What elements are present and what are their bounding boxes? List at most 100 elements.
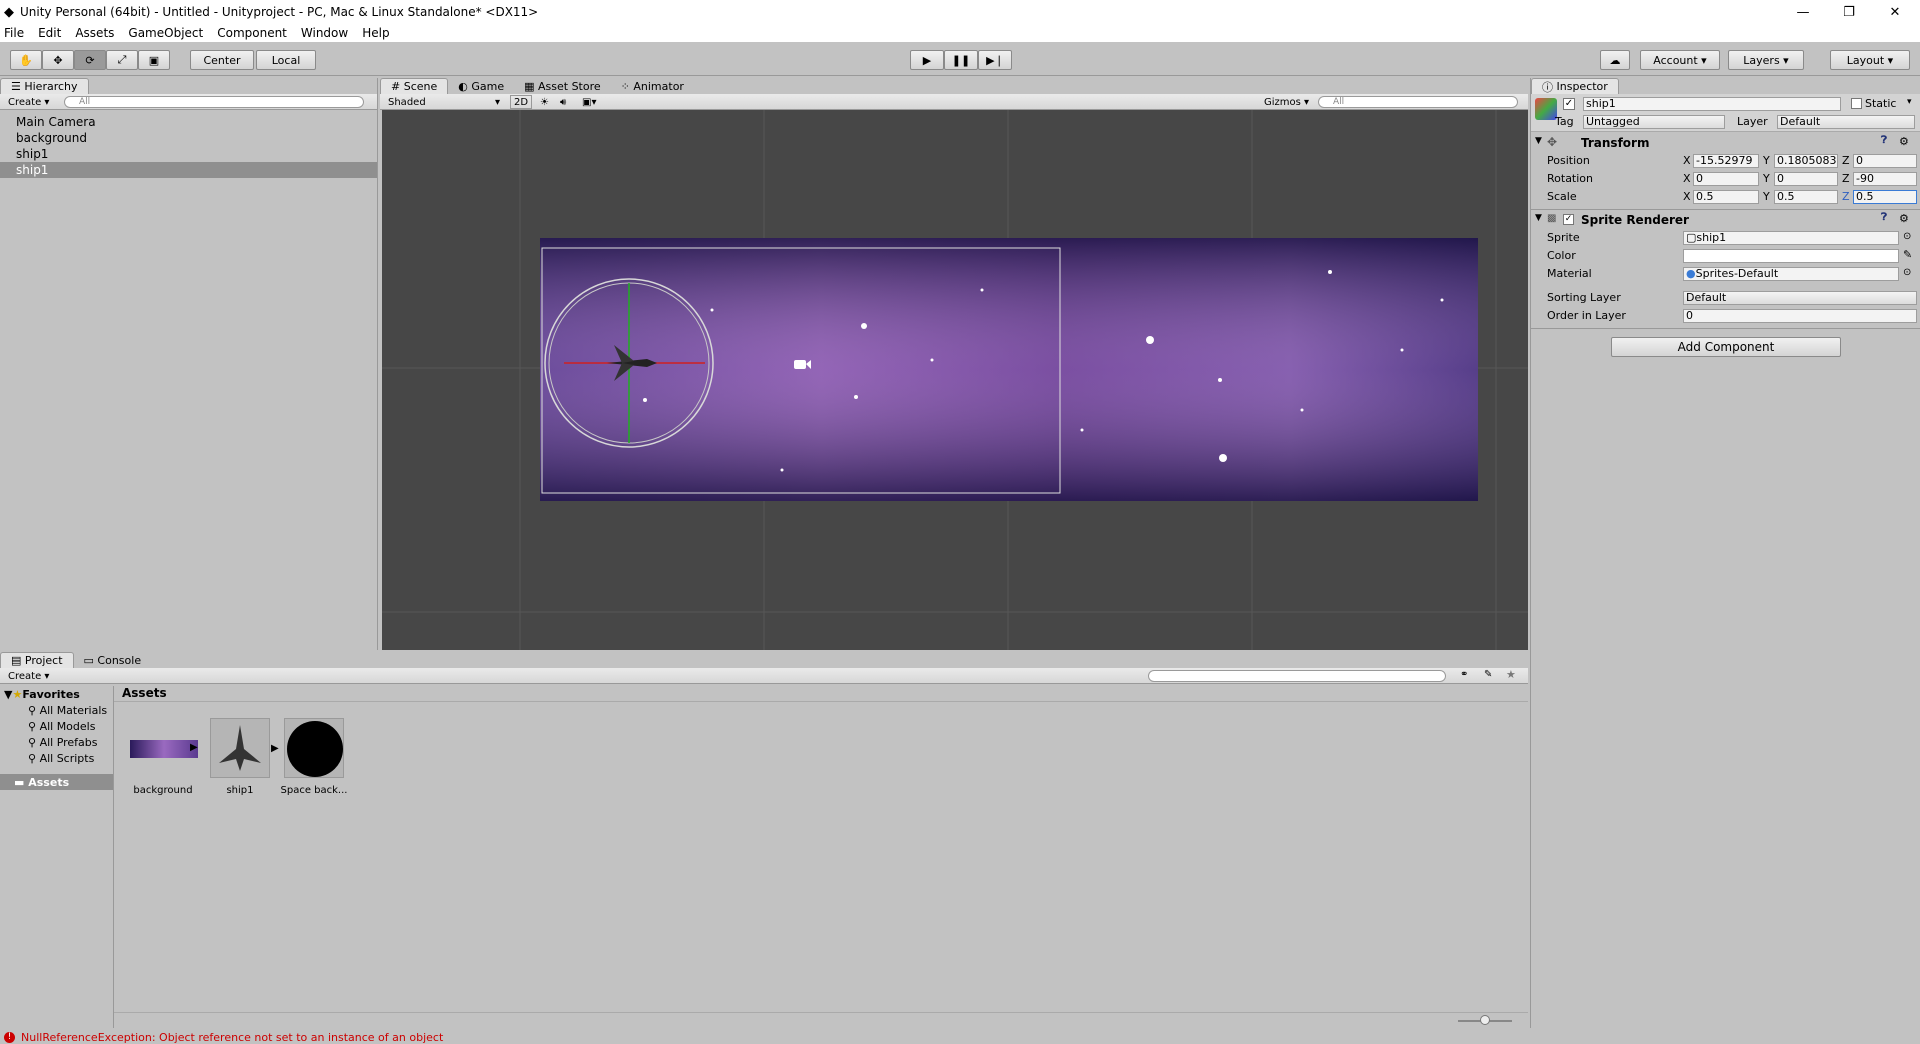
- active-checkbox[interactable]: ✓: [1563, 98, 1575, 110]
- background-sprite[interactable]: [540, 238, 1478, 501]
- favorite-all-models[interactable]: ⚲ All Models: [0, 718, 113, 734]
- gear-icon[interactable]: ⚙: [1899, 135, 1909, 148]
- hierarchy-search-input[interactable]: All: [64, 96, 364, 108]
- help-icon[interactable]: ❓︎: [1881, 135, 1887, 146]
- object-picker-icon[interactable]: ⊙: [1903, 267, 1911, 278]
- scale-y-field[interactable]: 0.5: [1774, 190, 1838, 204]
- cloud-button[interactable]: ☁: [1600, 50, 1630, 70]
- cloud-icon: ☁: [1609, 53, 1621, 67]
- object-name-input[interactable]: ship1: [1583, 97, 1841, 111]
- scale-z-field[interactable]: 0.5: [1853, 190, 1917, 204]
- tab-hierarchy[interactable]: ☰ Hierarchy: [0, 78, 89, 94]
- layout-dropdown[interactable]: Layout ▾: [1830, 50, 1910, 70]
- pivot-center-button[interactable]: Center: [190, 50, 254, 70]
- effects-dropdown[interactable]: ▣▾: [578, 95, 606, 109]
- static-dropdown-arrow[interactable]: ▾: [1907, 97, 1912, 107]
- asset-space-background-thumbnail[interactable]: [284, 718, 344, 778]
- tab-project[interactable]: ▤ Project: [0, 652, 74, 668]
- menu-help[interactable]: Help: [362, 26, 389, 40]
- favorites-node[interactable]: ▼ ★ Favorites: [0, 686, 113, 702]
- status-bar[interactable]: ! NullReferenceException: Object referen…: [0, 1030, 1920, 1044]
- rotation-z-field[interactable]: -90: [1853, 172, 1917, 186]
- tab-inspector[interactable]: ⓘ Inspector: [1531, 78, 1619, 94]
- sprite-object-field[interactable]: ▢ship1: [1683, 231, 1899, 245]
- rotate-tool-button[interactable]: ⟳: [74, 50, 106, 70]
- project-search-input[interactable]: [1148, 670, 1446, 682]
- static-checkbox[interactable]: [1851, 98, 1862, 109]
- project-create-dropdown[interactable]: Create ▾: [4, 669, 54, 683]
- order-in-layer-field[interactable]: 0: [1683, 309, 1917, 323]
- hierarchy-subtoolbar: Create ▾ All: [0, 94, 377, 110]
- eyedropper-icon[interactable]: ✎: [1903, 248, 1912, 261]
- filter-label-icon[interactable]: ✎: [1484, 669, 1492, 680]
- audio-toggle[interactable]: 🔊︎: [556, 95, 576, 109]
- favorite-all-prefabs[interactable]: ⚲ All Prefabs: [0, 734, 113, 750]
- asset-ship1-thumbnail[interactable]: ▶: [210, 718, 279, 778]
- rotation-x-field[interactable]: 0: [1693, 172, 1759, 186]
- rect-tool-button[interactable]: ▣: [138, 50, 170, 70]
- layer-dropdown[interactable]: Default: [1777, 115, 1915, 129]
- hierarchy-item-ship1-selected[interactable]: ship1: [0, 162, 377, 178]
- asset-background-thumbnail[interactable]: ▶: [130, 718, 198, 778]
- sprite-renderer-header[interactable]: ▼ ▩ ✓ Sprite Renderer ❓︎ ⚙: [1531, 211, 1920, 229]
- tag-dropdown[interactable]: Untagged: [1583, 115, 1725, 129]
- hierarchy-create-dropdown[interactable]: Create ▾: [4, 95, 54, 109]
- tab-scene[interactable]: # Scene: [380, 78, 449, 94]
- pivot-local-button[interactable]: Local: [256, 50, 316, 70]
- expand-arrow-icon[interactable]: ▶: [190, 742, 198, 753]
- position-y-field[interactable]: 0.1805083: [1774, 154, 1838, 168]
- tab-animator[interactable]: ⁘ Animator: [611, 78, 694, 94]
- slider-thumb[interactable]: [1480, 1015, 1490, 1025]
- add-component-button[interactable]: Add Component: [1611, 337, 1841, 357]
- pause-button[interactable]: ❚❚: [944, 50, 978, 70]
- tab-console[interactable]: ▭ Console: [74, 652, 152, 668]
- favorite-star-icon[interactable]: ★: [1506, 668, 1516, 681]
- tab-asset-store[interactable]: ▦ Asset Store: [514, 78, 611, 94]
- gizmos-dropdown[interactable]: Gizmos ▾: [1260, 95, 1314, 109]
- expand-arrow-icon[interactable]: ▶: [271, 743, 279, 754]
- help-icon[interactable]: ❓︎: [1881, 212, 1887, 223]
- account-dropdown[interactable]: Account ▾: [1640, 50, 1720, 70]
- menu-file[interactable]: File: [4, 26, 24, 40]
- object-picker-icon[interactable]: ⊙: [1903, 231, 1911, 242]
- 2d-toggle[interactable]: 2D: [510, 95, 532, 109]
- step-button[interactable]: ▶❘: [978, 50, 1012, 70]
- menu-assets[interactable]: Assets: [75, 26, 114, 40]
- hierarchy-item-main-camera[interactable]: Main Camera: [0, 114, 377, 130]
- material-object-field[interactable]: ●Sprites-Default: [1683, 267, 1899, 281]
- assets-folder-node[interactable]: ▬ Assets: [0, 774, 113, 790]
- scene-search-input[interactable]: All: [1318, 96, 1518, 108]
- menu-window[interactable]: Window: [301, 26, 348, 40]
- hand-tool-button[interactable]: ✋: [10, 50, 42, 70]
- hierarchy-item-background[interactable]: background: [0, 130, 377, 146]
- sorting-layer-row: Sorting Layer Default: [1531, 289, 1920, 307]
- scene-viewport[interactable]: [382, 110, 1528, 650]
- favorite-all-scripts[interactable]: ⚲ All Scripts: [0, 750, 113, 766]
- shading-mode-dropdown[interactable]: Shaded ▾: [384, 95, 504, 109]
- filter-type-icon[interactable]: ⚭: [1460, 669, 1468, 680]
- position-x-field[interactable]: -15.52979: [1693, 154, 1759, 168]
- move-tool-button[interactable]: ✥: [42, 50, 74, 70]
- hierarchy-item-ship1[interactable]: ship1: [0, 146, 377, 162]
- position-z-field[interactable]: 0: [1853, 154, 1917, 168]
- color-swatch[interactable]: [1683, 249, 1899, 263]
- sprite-renderer-enabled-checkbox[interactable]: ✓: [1563, 214, 1574, 225]
- tab-game[interactable]: ◐ Game: [448, 78, 514, 94]
- rotation-y-field[interactable]: 0: [1774, 172, 1838, 186]
- sorting-layer-dropdown[interactable]: Default: [1683, 291, 1917, 305]
- project-subtoolbar: Create ▾ ⚭ ✎ ★: [0, 668, 1528, 684]
- menu-edit[interactable]: Edit: [38, 26, 61, 40]
- lighting-toggle[interactable]: ☀: [536, 95, 556, 109]
- close-button[interactable]: ✕: [1872, 0, 1918, 24]
- transform-header[interactable]: ▼ ✥ Transform ❓︎ ⚙: [1531, 134, 1920, 152]
- gear-icon[interactable]: ⚙: [1899, 212, 1909, 225]
- restore-button[interactable]: ❐: [1826, 0, 1872, 24]
- menu-component[interactable]: Component: [217, 26, 287, 40]
- minimize-button[interactable]: —: [1780, 0, 1826, 24]
- layers-dropdown[interactable]: Layers ▾: [1728, 50, 1804, 70]
- scale-tool-button[interactable]: ⤢: [106, 50, 138, 70]
- menu-gameobject[interactable]: GameObject: [128, 26, 203, 40]
- play-button[interactable]: ▶: [910, 50, 944, 70]
- scale-x-field[interactable]: 0.5: [1693, 190, 1759, 204]
- favorite-all-materials[interactable]: ⚲ All Materials: [0, 702, 113, 718]
